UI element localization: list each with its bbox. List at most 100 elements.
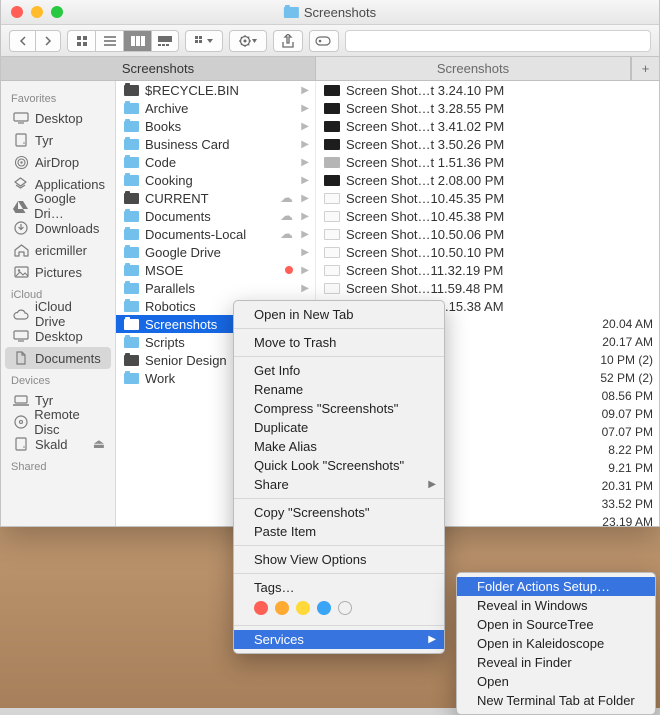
sidebar-item-icloud-drive[interactable]: iCloud Drive <box>1 303 115 325</box>
new-tab-button[interactable]: + <box>631 57 659 80</box>
action-button[interactable] <box>229 30 267 52</box>
tag-blue[interactable] <box>317 601 331 615</box>
list-item[interactable]: Screen Shot…10.45.35 PM <box>316 189 659 207</box>
menu-open-kaleidoscope[interactable]: Open in Kaleidoscope <box>457 634 655 653</box>
menu-share[interactable]: Share▶ <box>234 475 444 494</box>
sidebar-item-downloads[interactable]: Downloads <box>1 217 115 239</box>
list-item[interactable]: CURRENT☁▶ <box>116 189 315 207</box>
list-item[interactable]: Screen Shot…t 3.28.55 PM <box>316 99 659 117</box>
menu-get-info[interactable]: Get Info <box>234 361 444 380</box>
back-button[interactable] <box>9 30 35 52</box>
menu-folder-actions[interactable]: Folder Actions Setup… <box>457 577 655 596</box>
list-item[interactable]: Documents-Local☁▶ <box>116 225 315 243</box>
tag-red[interactable] <box>254 601 268 615</box>
sidebar-item-label: Remote Disc <box>34 407 105 437</box>
menu-duplicate[interactable]: Duplicate <box>234 418 444 437</box>
titlebar[interactable]: Screenshots <box>1 0 659 25</box>
list-item[interactable]: Screen Shot…10.50.10 PM <box>316 243 659 261</box>
sidebar-item-skald[interactable]: Skald⏏ <box>1 433 115 455</box>
menu-open-sourcetree[interactable]: Open in SourceTree <box>457 615 655 634</box>
list-item[interactable]: Screen Shot…11.32.19 PM <box>316 261 659 279</box>
list-item[interactable]: Parallels▶ <box>116 279 315 297</box>
list-item[interactable]: Screen Shot…t 3.50.26 PM <box>316 135 659 153</box>
menu-services[interactable]: Services▶ <box>234 630 444 649</box>
sidebar-item-airdrop[interactable]: AirDrop <box>1 151 115 173</box>
list-item[interactable]: $RECYCLE.BIN▶ <box>116 81 315 99</box>
sidebar-item-tyr[interactable]: Tyr <box>1 129 115 151</box>
arrange-button[interactable] <box>185 30 223 52</box>
sidebar-group-shared: Shared <box>1 455 115 475</box>
sidebar-item-documents[interactable]: Documents <box>5 347 111 369</box>
tag-orange[interactable] <box>275 601 289 615</box>
view-icons-button[interactable] <box>67 30 95 52</box>
item-name: MSOE <box>145 263 279 278</box>
folder-icon <box>124 103 139 114</box>
view-columns-button[interactable] <box>123 30 151 52</box>
list-item[interactable]: Screen Shot…11.59.48 PM <box>316 279 659 297</box>
airdrop-icon <box>13 155 29 169</box>
menu-tags[interactable]: Tags… <box>234 578 444 597</box>
list-item[interactable]: Google Drive▶ <box>116 243 315 261</box>
folder-icon <box>124 265 139 276</box>
screenshot-icon <box>324 229 340 240</box>
menu-move-trash[interactable]: Move to Trash <box>234 333 444 352</box>
menu-copy[interactable]: Copy "Screenshots" <box>234 503 444 522</box>
list-item[interactable]: Screen Shot…t 1.51.36 PM <box>316 153 659 171</box>
menu-paste[interactable]: Paste Item <box>234 522 444 541</box>
sidebar-item-desktop[interactable]: Desktop <box>1 107 115 129</box>
list-item[interactable]: Archive▶ <box>116 99 315 117</box>
sidebar-item-ericmiller[interactable]: ericmiller <box>1 239 115 261</box>
share-button[interactable] <box>273 30 303 52</box>
tab-screenshots-1[interactable]: Screenshots <box>1 57 316 80</box>
menu-make-alias[interactable]: Make Alias <box>234 437 444 456</box>
list-item[interactable]: Screen Shot…10.45.38 PM <box>316 207 659 225</box>
list-item[interactable]: Screen Shot…10.50.06 PM <box>316 225 659 243</box>
time-fragment: 09.07 PM <box>431 405 659 423</box>
menu-reveal-finder[interactable]: Reveal in Finder <box>457 653 655 672</box>
menu-open-new-tab[interactable]: Open in New Tab <box>234 305 444 324</box>
sidebar-item-label: Tyr <box>35 393 53 408</box>
menu-rename[interactable]: Rename <box>234 380 444 399</box>
sidebar-item-pictures[interactable]: Pictures <box>1 261 115 283</box>
forward-button[interactable] <box>35 30 61 52</box>
tags-button[interactable] <box>309 30 339 52</box>
tab-bar: Screenshots Screenshots + <box>1 57 659 81</box>
menu-reveal-windows[interactable]: Reveal in Windows <box>457 596 655 615</box>
list-item[interactable]: Screen Shot…t 2.08.00 PM <box>316 171 659 189</box>
time-fragment: 20.17 AM <box>431 333 659 351</box>
screenshot-icon <box>324 193 340 204</box>
sidebar-item-google-dri-[interactable]: Google Dri… <box>1 195 115 217</box>
tab-screenshots-2[interactable]: Screenshots <box>316 57 631 80</box>
list-item[interactable]: Business Card▶ <box>116 135 315 153</box>
chevron-right-icon: ▶ <box>299 193 309 204</box>
tag-yellow[interactable] <box>296 601 310 615</box>
list-item[interactable]: MSOE▶ <box>116 261 315 279</box>
menu-show-view-options[interactable]: Show View Options <box>234 550 444 569</box>
time-fragment: 10 PM (2) <box>431 351 659 369</box>
item-name: Screen Shot…11.32.19 PM <box>346 263 653 278</box>
menu-quick-look[interactable]: Quick Look "Screenshots" <box>234 456 444 475</box>
laptop-icon <box>13 393 29 407</box>
tag-none[interactable] <box>338 601 352 615</box>
close-icon[interactable] <box>11 6 23 18</box>
folder-icon <box>124 175 139 186</box>
menu-open[interactable]: Open <box>457 672 655 691</box>
home-icon <box>13 243 29 257</box>
list-item[interactable]: Books▶ <box>116 117 315 135</box>
list-item[interactable]: Cooking▶ <box>116 171 315 189</box>
search-input[interactable] <box>345 30 651 52</box>
eject-icon[interactable]: ⏏ <box>93 436 105 452</box>
folder-icon <box>124 139 139 150</box>
zoom-icon[interactable] <box>51 6 63 18</box>
sidebar-item-remote-disc[interactable]: Remote Disc <box>1 411 115 433</box>
list-item[interactable]: Code▶ <box>116 153 315 171</box>
downloads-icon <box>13 221 29 235</box>
view-gallery-button[interactable] <box>151 30 179 52</box>
view-list-button[interactable] <box>95 30 123 52</box>
list-item[interactable]: Screen Shot…t 3.41.02 PM <box>316 117 659 135</box>
list-item[interactable]: Screen Shot…t 3.24.10 PM <box>316 81 659 99</box>
list-item[interactable]: Documents☁▶ <box>116 207 315 225</box>
menu-new-terminal[interactable]: New Terminal Tab at Folder <box>457 691 655 710</box>
menu-compress[interactable]: Compress "Screenshots" <box>234 399 444 418</box>
minimize-icon[interactable] <box>31 6 43 18</box>
